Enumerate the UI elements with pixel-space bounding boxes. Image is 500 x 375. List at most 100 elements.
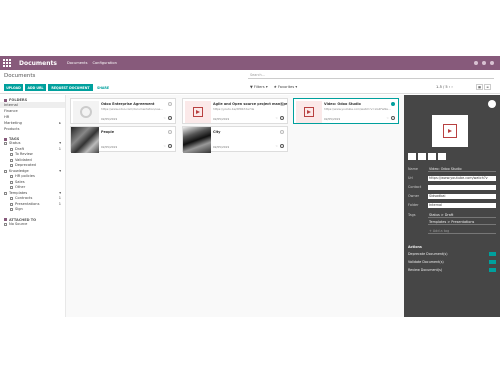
- card-date: 02/05/2019: [101, 117, 118, 121]
- card-date: 02/05/2019: [213, 117, 230, 121]
- folder-products[interactable]: Products: [4, 126, 65, 132]
- request-document-button[interactable]: REQUEST DOCUMENT: [48, 84, 93, 91]
- star-icon[interactable]: ☆: [275, 144, 278, 148]
- select-checkbox[interactable]: [391, 102, 395, 106]
- owner-avatar: [391, 116, 395, 120]
- app-frame: Documents Documents Configuration Docume…: [0, 56, 500, 317]
- card-title: People: [101, 130, 115, 134]
- gear-icon: [80, 106, 92, 118]
- upload-button[interactable]: UPLOAD: [4, 84, 23, 91]
- star-icon[interactable]: ☆: [163, 144, 166, 148]
- tag-draft[interactable]: Status > Draft: [428, 213, 496, 218]
- document-image: [183, 127, 211, 153]
- tags-row: Tags Status > Draft: [408, 213, 496, 218]
- add-tag-row: + Add a tag: [408, 229, 496, 234]
- app-title: Documents: [19, 59, 57, 67]
- link-icon: [4, 218, 7, 221]
- tags-row-2: Templates > Presentations: [408, 220, 496, 225]
- select-checkbox[interactable]: [168, 102, 172, 106]
- star-icon[interactable]: ☆: [163, 116, 166, 120]
- select-checkbox[interactable]: [280, 102, 284, 106]
- chat-bubble-icon[interactable]: [488, 100, 496, 108]
- video-icon: [443, 124, 457, 138]
- owner-avatar: [280, 116, 284, 120]
- card-date: 02/05/2019: [213, 145, 230, 149]
- run-action-button[interactable]: [489, 260, 496, 264]
- run-action-button[interactable]: [489, 252, 496, 256]
- tag-sign[interactable]: Sign: [4, 207, 65, 213]
- document-preview[interactable]: [432, 115, 468, 147]
- owner-field[interactable]: Sidsadbai: [428, 194, 496, 199]
- owner-avatar: [280, 144, 284, 148]
- document-thumbnail: [73, 101, 99, 123]
- list-view-icon[interactable]: ≡: [484, 84, 491, 90]
- search-options: ▼ Filters ▾ ★ Favorites ▾: [250, 85, 297, 89]
- inspector-panel: Name Video: Odoo Studio Url https://www.yo…: [404, 95, 500, 317]
- top-navbar: Documents Documents Configuration: [0, 56, 500, 70]
- share-icon[interactable]: [418, 153, 426, 160]
- card-title: Odoo Enterprise Agreement: [101, 102, 155, 106]
- lock-icon[interactable]: [438, 153, 446, 160]
- systray: [474, 61, 494, 65]
- folder-field[interactable]: Internal: [428, 203, 496, 208]
- actions-header: Actions: [408, 245, 422, 249]
- sidebar: FOLDERS Internal Finance HR Marketing ▸ …: [0, 95, 66, 317]
- owner-avatar: [168, 116, 172, 120]
- name-row: Name Video: Odoo Studio: [408, 167, 496, 172]
- search-input[interactable]: Search...: [248, 73, 494, 79]
- kanban-view: Odoo Enterprise Agreement https://www.od…: [66, 95, 404, 317]
- pager[interactable]: 1-5 / 5 ‹ ›: [436, 85, 453, 89]
- card-url: https://youtu.be/XPRb7de7de: [213, 107, 255, 111]
- document-thumbnail: [296, 101, 322, 123]
- breadcrumb: Documents: [4, 73, 36, 79]
- document-card-selected[interactable]: Video: Odoo Studio https://www.youtube.c…: [293, 98, 399, 124]
- menu-configuration[interactable]: Configuration: [92, 61, 116, 65]
- add-url-button[interactable]: ADD URL: [25, 84, 46, 91]
- folder-row: Folder Internal: [408, 203, 496, 208]
- share-button[interactable]: SHARE: [94, 84, 112, 91]
- card-title: City: [213, 130, 221, 134]
- video-icon: [304, 107, 314, 117]
- star-icon[interactable]: ☆: [386, 116, 389, 120]
- document-image: [71, 127, 99, 153]
- apps-menu-icon[interactable]: [3, 59, 13, 67]
- favorites-dropdown[interactable]: ★ Favorites ▾: [274, 85, 298, 89]
- replace-icon[interactable]: [428, 153, 436, 160]
- url-field[interactable]: https://www.youtube.com/watch?v: [428, 176, 496, 181]
- action-validate[interactable]: Validate Document(s): [408, 260, 496, 264]
- document-card[interactable]: Agile and Open source project manage... …: [182, 98, 288, 124]
- add-tag-input[interactable]: + Add a tag: [428, 229, 496, 234]
- star-icon[interactable]: ☆: [275, 116, 278, 120]
- select-checkbox[interactable]: [168, 130, 172, 134]
- contact-row: Contact: [408, 185, 496, 190]
- document-card[interactable]: Odoo Enterprise Agreement https://www.od…: [70, 98, 176, 124]
- chat-icon[interactable]: [474, 61, 478, 65]
- download-icon[interactable]: [408, 153, 416, 160]
- select-checkbox[interactable]: [280, 130, 284, 134]
- filters-dropdown[interactable]: ▼ Filters ▾: [250, 85, 268, 89]
- action-deprecate[interactable]: Deprecate Document(s): [408, 252, 496, 256]
- inspector-actions: [408, 153, 446, 160]
- attached-no-source[interactable]: No Source: [4, 222, 65, 228]
- user-avatar[interactable]: [490, 61, 494, 65]
- document-card[interactable]: City 02/05/2019 ☆: [182, 126, 288, 153]
- card-url: https://www.youtube.com/watch?v=xG4FwNe.…: [324, 107, 391, 111]
- document-card[interactable]: People 02/05/2019 ☆: [70, 126, 176, 153]
- card-date: 02/05/2019: [101, 145, 118, 149]
- run-action-button[interactable]: [489, 268, 496, 272]
- tag-presentations[interactable]: Templates > Presentations: [428, 220, 496, 225]
- view-switcher: ▦ ≡: [476, 84, 491, 90]
- action-review[interactable]: Review Document(s): [408, 268, 496, 272]
- owner-row: Owner Sidsadbai: [408, 194, 496, 199]
- contact-field[interactable]: [428, 185, 496, 190]
- name-field[interactable]: Video: Odoo Studio: [428, 167, 496, 172]
- control-panel: Documents UPLOAD ADD URL REQUEST DOCUMEN…: [0, 70, 500, 94]
- video-icon: [193, 107, 203, 117]
- kanban-view-icon[interactable]: ▦: [476, 84, 483, 90]
- tag-icon: [4, 137, 7, 141]
- activity-icon[interactable]: [482, 61, 486, 65]
- card-url: https://www.odoo.com/documentation/use..…: [101, 107, 163, 111]
- card-title: Agile and Open source project manage...: [213, 102, 287, 106]
- owner-avatar: [168, 144, 172, 148]
- menu-documents[interactable]: Documents: [67, 61, 88, 65]
